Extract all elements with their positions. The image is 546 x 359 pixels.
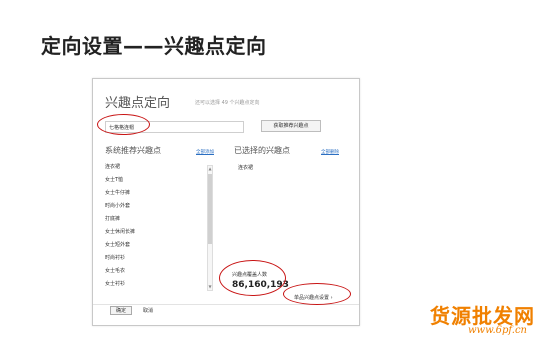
add-all-link[interactable]: 全部添加 [196, 149, 214, 155]
selected-interest[interactable]: 连衣裙 [238, 164, 253, 171]
list-item[interactable]: 女士衬衫 [105, 280, 125, 287]
highlight-ellipse [219, 260, 286, 296]
highlight-ellipse [97, 114, 150, 135]
list-item[interactable]: 女士短外套 [105, 241, 130, 248]
list-item[interactable]: 女士T恤 [105, 176, 123, 183]
list-item[interactable]: 打底裤 [105, 215, 120, 222]
slide-title: 定向设置——兴趣点定向 [41, 34, 267, 58]
list-item[interactable]: 女士休闲长裤 [105, 228, 135, 235]
scroll-thumb[interactable] [208, 174, 212, 244]
scroll-down-icon[interactable]: ▼ [208, 285, 212, 289]
list-item[interactable]: 时尚小外套 [105, 202, 130, 209]
highlight-ellipse [283, 283, 351, 305]
list-item[interactable]: 女士牛仔裤 [105, 189, 130, 196]
list-item[interactable]: 女士毛衣 [105, 267, 125, 274]
ok-button[interactable]: 确定 [110, 306, 132, 315]
selected-header: 已选择的兴趣点 [234, 146, 290, 155]
cancel-link[interactable]: 取消 [143, 307, 153, 314]
list-item[interactable]: 时尚衬衫 [105, 254, 125, 261]
recommended-header: 系统推荐兴趣点 [105, 146, 161, 155]
panel-title: 兴趣点定向 [105, 96, 171, 111]
get-recommendations-button[interactable]: 获取推荐兴趣点 [261, 120, 321, 132]
remaining-hint: 还可以选择 49 个兴趣点定向 [195, 100, 260, 106]
watermark-url: www.6pf.cn [468, 325, 527, 336]
list-item[interactable]: 连衣裙 [105, 163, 120, 170]
remove-all-link[interactable]: 全部删除 [321, 149, 339, 155]
recommended-list: 连衣裙 女士T恤 女士牛仔裤 时尚小外套 打底裤 女士休闲长裤 女士短外套 时尚… [105, 159, 209, 290]
scroll-up-icon[interactable]: ▲ [208, 167, 212, 171]
list-scrollbar[interactable]: ▲ ▼ [207, 165, 213, 291]
